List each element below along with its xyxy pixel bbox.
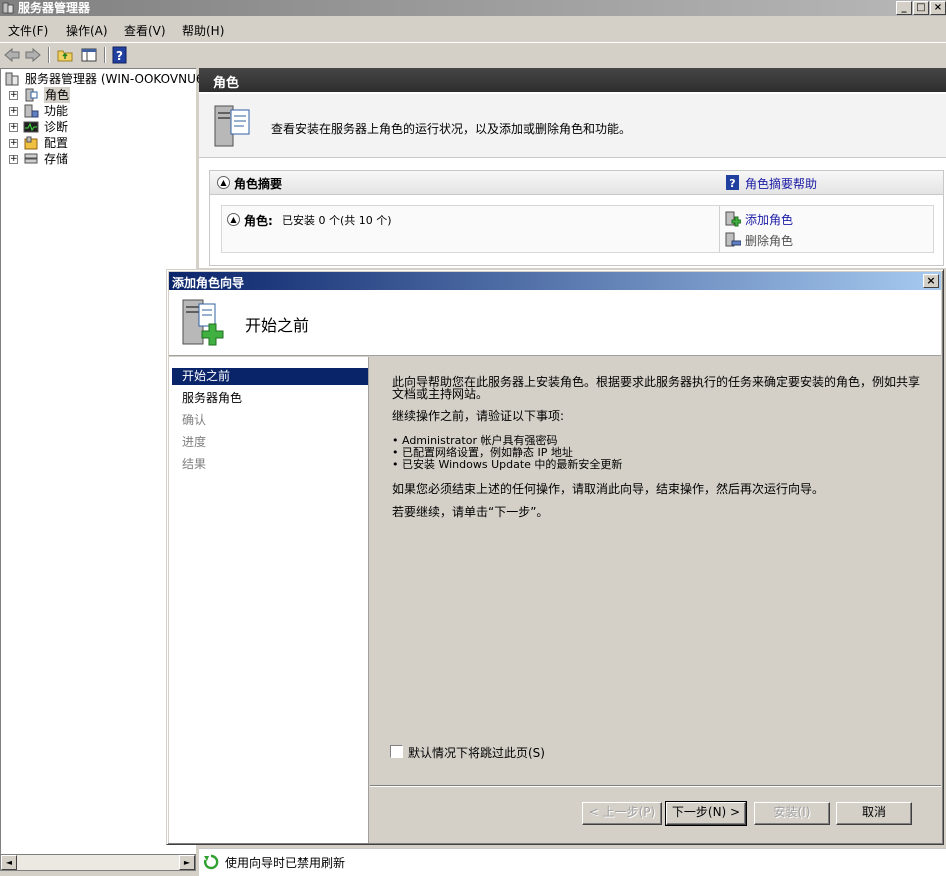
- wizard-cancel-text: 如果您必须结束上述的任何操作，请取消此向导，结束操作，然后再次运行向导。: [392, 482, 825, 496]
- close-button[interactable]: ×: [930, 1, 946, 15]
- tree-root-label: 服务器管理器 (WIN-OOKOVNU6S4: [25, 72, 219, 86]
- roles-intro-text: 查看安装在服务器上角色的运行状况，以及添加或删除角色和功能。: [271, 122, 632, 136]
- menu-action[interactable]: 操作(A): [66, 22, 108, 39]
- minimize-button[interactable]: _: [896, 1, 912, 15]
- expand-icon[interactable]: +: [9, 139, 18, 148]
- wizard-verify-text: 继续操作之前，请验证以下事项:: [392, 409, 565, 423]
- storage-icon: [24, 153, 38, 164]
- features-icon: [24, 104, 39, 118]
- wizard-title-bar[interactable]: 添加角色向导 ×: [169, 272, 941, 290]
- scroll-right-button[interactable]: ►: [179, 855, 195, 870]
- status-bar: 使用向导时已禁用刷新: [199, 848, 946, 876]
- wizard-heading: 开始之前: [245, 316, 310, 335]
- roles-label: 角色:: [244, 214, 273, 228]
- scroll-left-button[interactable]: ◄: [1, 855, 17, 870]
- add-roles-link[interactable]: 添加角色: [745, 211, 793, 228]
- cancel-button[interactable]: 取消: [836, 802, 912, 825]
- roles-status-panel: ▲ 角色: 已安装 0 个(共 10 个) 添加角色 删除角色: [221, 205, 934, 253]
- roles-intro: 查看安装在服务器上角色的运行状况，以及添加或删除角色和功能。: [199, 94, 946, 158]
- page-title: 角色: [213, 76, 240, 91]
- tree-item-label: 角色: [44, 87, 71, 103]
- back-button[interactable]: < 上一步(P): [582, 802, 662, 825]
- tree-item-label: 功能: [44, 104, 69, 118]
- tree-item-label: 存储: [44, 152, 69, 166]
- forward-icon[interactable]: [24, 46, 42, 64]
- refresh-icon: [203, 854, 219, 870]
- menu-bar: 文件(F) 操作(A) 查看(V) 帮助(H): [0, 18, 946, 42]
- tree-horizontal-scrollbar[interactable]: ◄ ►: [0, 854, 196, 871]
- wizard-step: 确认: [182, 413, 207, 427]
- skip-page-checkbox[interactable]: [390, 745, 403, 758]
- next-button[interactable]: 下一步(N) >: [665, 801, 747, 826]
- up-folder-icon[interactable]: [56, 46, 74, 64]
- remove-roles-icon: [725, 232, 741, 247]
- divider: [370, 785, 941, 787]
- toolbar-separator: [104, 47, 106, 63]
- roles-installed-count: 已安装 0 个(共 10 个): [282, 214, 392, 227]
- wizard-step[interactable]: 服务器角色: [172, 390, 368, 407]
- collapse-summary-icon[interactable]: ▲: [217, 176, 230, 189]
- menu-help[interactable]: 帮助(H): [182, 22, 224, 39]
- status-text: 使用向导时已禁用刷新: [225, 856, 346, 870]
- back-icon[interactable]: [3, 46, 21, 64]
- window-title-bar[interactable]: 服务器管理器 _ □ ×: [0, 0, 946, 16]
- wizard-bullet: • 已安装 Windows Update 中的最新安全更新: [392, 458, 623, 471]
- svg-text:?: ?: [116, 49, 123, 63]
- wizard-title: 添加角色向导: [172, 276, 245, 290]
- wizard-step[interactable]: 开始之前: [172, 368, 368, 385]
- roles-summary-title: 角色摘要: [234, 177, 283, 191]
- divider: [719, 206, 720, 252]
- remove-roles-link[interactable]: 删除角色: [745, 232, 793, 249]
- expand-icon[interactable]: +: [9, 123, 18, 132]
- server-manager-icon: [2, 2, 14, 14]
- toolbar-separator: [48, 47, 50, 63]
- expand-icon[interactable]: +: [9, 107, 18, 116]
- add-roles-wizard-dialog: 添加角色向导 × 开始之前 开始之前 服务器角色 确认 进度 结果 此向导帮助您…: [166, 269, 944, 845]
- wizard-close-button[interactable]: ×: [923, 274, 939, 288]
- roles-page-header: 角色: [199, 68, 946, 92]
- roles-icon: [25, 88, 38, 102]
- skip-page-label: 默认情况下将跳过此页(S): [408, 746, 545, 760]
- restore-button[interactable]: □: [913, 1, 929, 15]
- tree-item-label: 诊断: [44, 120, 69, 134]
- window-title: 服务器管理器: [18, 1, 91, 15]
- server-roles-icon: [214, 105, 250, 147]
- add-roles-icon: [725, 211, 741, 227]
- wizard-step: 结果: [182, 457, 207, 471]
- collapse-roles-icon[interactable]: ▲: [227, 213, 240, 226]
- roles-summary-header: ▲ 角色摘要 ? 角色摘要帮助: [210, 171, 943, 195]
- install-button[interactable]: 安装(I): [754, 802, 830, 825]
- expand-icon[interactable]: +: [9, 91, 18, 100]
- wizard-continue-text: 若要继续，请单击“下一步”。: [392, 505, 549, 519]
- help-icon: ?: [726, 175, 739, 190]
- roles-summary-help-link[interactable]: 角色摘要帮助: [745, 175, 817, 192]
- help-icon[interactable]: ?: [111, 46, 129, 64]
- tree-item-label: 配置: [44, 136, 69, 150]
- expand-icon[interactable]: +: [9, 155, 18, 164]
- menu-view[interactable]: 查看(V): [124, 22, 166, 39]
- wizard-header: 开始之前: [169, 290, 941, 356]
- toolbar: ?: [0, 42, 946, 66]
- configuration-icon: [24, 136, 38, 150]
- add-server-role-icon: [182, 299, 224, 346]
- server-manager-icon: [5, 72, 19, 86]
- wizard-step: 进度: [182, 435, 207, 449]
- svg-text:?: ?: [729, 177, 735, 190]
- wizard-steps-pane: 开始之前 服务器角色 确认 进度 结果: [169, 357, 369, 843]
- wizard-body: 此向导帮助您在此服务器上安装角色。根据要求此服务器执行的任务来确定要安装的角色，…: [370, 357, 941, 843]
- wizard-intro-text: 此向导帮助您在此服务器上安装角色。根据要求此服务器执行的任务来确定要安装的角色，…: [392, 375, 921, 401]
- show-hide-tree-icon[interactable]: [80, 46, 98, 64]
- menu-file[interactable]: 文件(F): [8, 22, 48, 39]
- diagnostics-icon: [23, 121, 39, 133]
